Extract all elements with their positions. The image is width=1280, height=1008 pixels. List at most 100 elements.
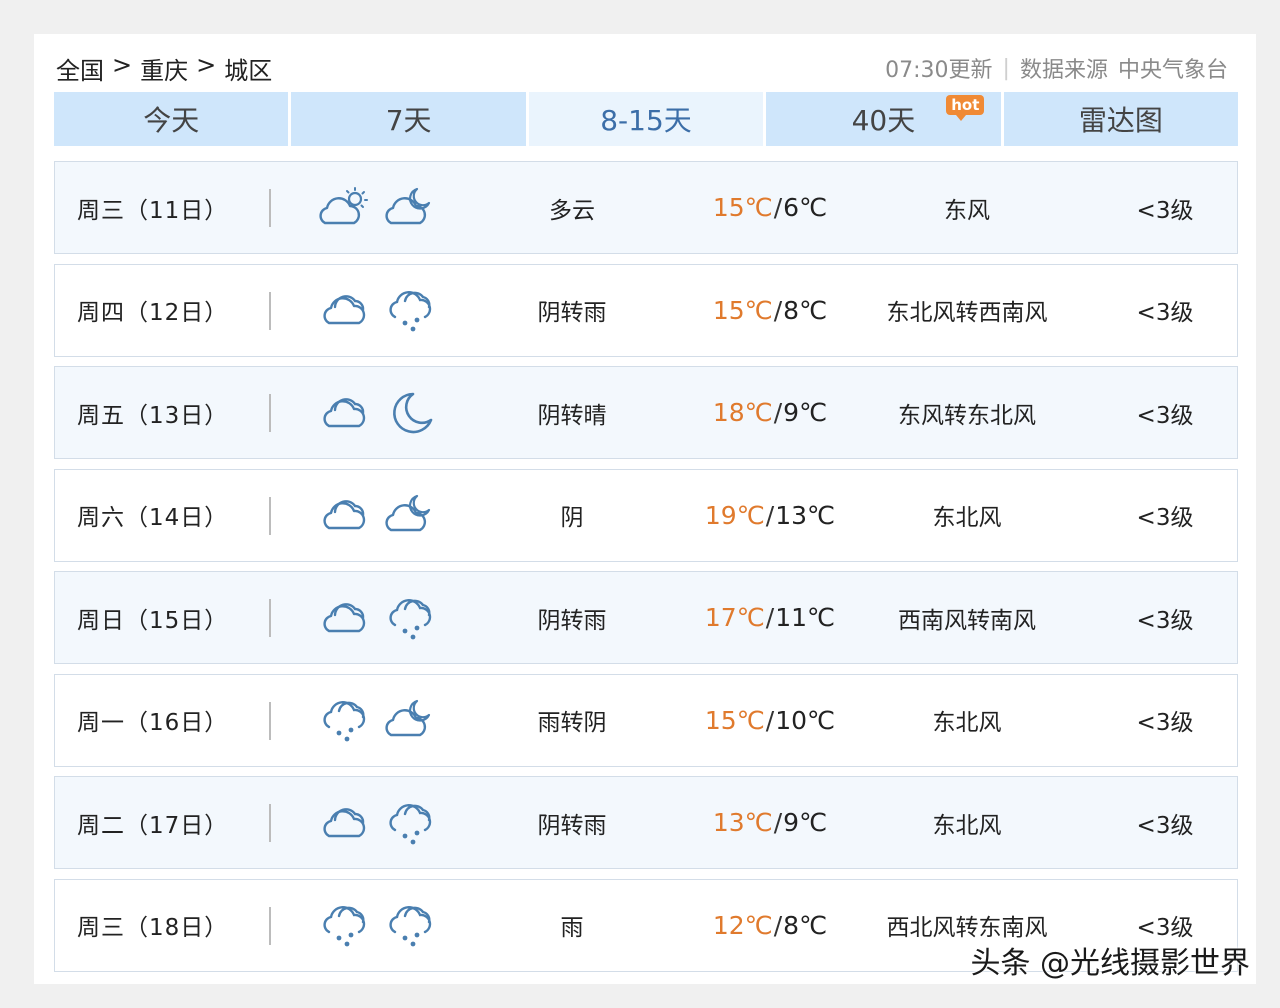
low-temp: 8℃ [783, 910, 828, 940]
low-temp: 6℃ [783, 193, 828, 222]
wind-level: <3级 [1136, 402, 1194, 429]
wind-direction: 东风 [944, 197, 990, 224]
day-label: 周三（11日） [77, 197, 229, 224]
temp-separator: / [773, 193, 783, 222]
cloud-icon [323, 295, 366, 325]
day-label: 周日（15日） [77, 607, 229, 634]
meta-divider: | [1002, 55, 1010, 81]
cloud-icon [323, 807, 366, 837]
cloud-icon [323, 397, 366, 427]
cloud-rain-icon [323, 906, 366, 947]
weather-icons [317, 367, 437, 458]
low-temp: 9℃ [783, 398, 828, 427]
day-label: 周一（16日） [77, 710, 229, 736]
forecast-row: 周一（16日） 雨转阴 15℃/10℃ 东北风 <3级 [54, 673, 1238, 767]
cloud-rain-icon [389, 291, 432, 332]
tab-label: 40天 [851, 104, 916, 137]
weather-icons [317, 572, 437, 663]
tab-label: 8-15天 [600, 104, 692, 137]
cloud-moon-icon [385, 699, 431, 737]
row-divider [269, 599, 271, 637]
wind-direction: 东风转东北风 [898, 402, 1036, 429]
temp-separator: / [765, 705, 775, 735]
update-meta: 07:30更新 | 数据来源 中央气象台 [885, 52, 1228, 84]
breadcrumb-country[interactable]: 全国 [56, 51, 104, 86]
forecast-row: 周二（17日） 阴转雨 13℃/9℃ 东北风 <3级 [54, 776, 1238, 869]
cloud-rain-icon [323, 701, 366, 742]
weather-icons [317, 880, 437, 971]
temp-separator: / [773, 910, 783, 940]
day-label: 周二（17日） [77, 812, 229, 839]
cloud-moon-icon [385, 187, 431, 224]
temperature: 18℃/9℃ [685, 367, 855, 458]
temperature: 19℃/13℃ [685, 470, 855, 561]
wind-direction: 东北风 [932, 710, 1002, 736]
high-temp: 15℃ [712, 295, 773, 325]
cloud-icon [323, 602, 366, 632]
wind-direction: 东北风转西南风 [886, 300, 1048, 326]
low-temp: 8℃ [783, 295, 828, 325]
top-bar: 全国 > 重庆 > 城区 07:30更新 | 数据来源 中央气象台 [56, 48, 1228, 88]
tab-radar[interactable]: 雷达图 [1003, 92, 1239, 146]
hot-badge: hot [946, 95, 985, 121]
row-divider [269, 804, 271, 842]
row-divider [269, 189, 271, 227]
condition-text: 阴 [560, 505, 584, 531]
forecast-tabs: 今天 7天 8-15天 40天 hot 雷达图 [54, 92, 1239, 146]
row-divider [269, 496, 271, 535]
weather-icons [317, 265, 437, 356]
forecast-row: 周三（11日） 多云 15℃/6℃ 东风 <3级 [54, 161, 1238, 254]
weather-card: 全国 > 重庆 > 城区 07:30更新 | 数据来源 中央气象台 今天 7天 … [34, 34, 1256, 984]
condition-text: 阴转雨 [537, 812, 607, 839]
wind-level: <3级 [1136, 300, 1194, 326]
cloud-rain-icon [389, 803, 432, 844]
day-label: 周四（12日） [77, 300, 229, 326]
temperature: 17℃/11℃ [685, 572, 855, 663]
low-temp: 11℃ [775, 603, 836, 632]
weather-icons [317, 162, 437, 253]
temperature: 13℃/9℃ [685, 777, 855, 868]
temp-separator: / [773, 398, 783, 427]
high-temp: 19℃ [704, 500, 765, 530]
tab-today[interactable]: 今天 [54, 92, 289, 146]
forecast-list: 周三（11日） 多云 15℃/6℃ 东风 <3级 周四（12日） 阴转雨 15℃/8℃ 东北风转… [54, 161, 1238, 981]
low-temp: 10℃ [775, 705, 836, 735]
wind-direction: 西南风转南风 [898, 607, 1036, 634]
day-label: 周三（18日） [77, 915, 229, 941]
temp-separator: / [773, 808, 783, 837]
condition-text: 阴转雨 [537, 300, 607, 326]
breadcrumb-province[interactable]: 重庆 [140, 51, 188, 86]
breadcrumb-district[interactable]: 城区 [224, 51, 272, 86]
high-temp: 15℃ [704, 705, 765, 735]
condition-text: 阴转雨 [537, 607, 607, 634]
high-temp: 12℃ [712, 910, 773, 940]
tab-40-days[interactable]: 40天 hot [766, 92, 1001, 146]
temperature: 12℃/8℃ [685, 880, 855, 971]
temperature: 15℃/6℃ [685, 162, 855, 253]
source-label: 数据来源 [1019, 58, 1108, 83]
update-time: 07:30更新 [885, 58, 993, 83]
temperature: 15℃/8℃ [685, 265, 855, 356]
condition-text: 雨转阴 [537, 710, 607, 736]
tab-label: 今天 [143, 104, 200, 137]
tab-7-days[interactable]: 7天 [291, 92, 526, 146]
high-temp: 13℃ [712, 808, 773, 837]
weather-icons [317, 777, 437, 868]
day-label: 周五（13日） [77, 402, 229, 429]
high-temp: 17℃ [704, 603, 765, 632]
cloud-icon [323, 500, 366, 530]
wind-level: <3级 [1136, 812, 1194, 839]
cloud-moon-icon [385, 494, 431, 532]
cloud-rain-icon [389, 906, 432, 947]
forecast-row: 周六（14日） 阴 19℃/13℃ 东北风 <3级 [54, 468, 1238, 562]
wind-direction: 东北风 [932, 812, 1002, 839]
cloud-rain-icon [389, 598, 432, 639]
low-temp: 13℃ [775, 500, 836, 530]
row-divider [269, 394, 271, 432]
wind-level: <3级 [1136, 505, 1194, 531]
weather-icons [317, 470, 437, 561]
row-divider [269, 906, 271, 945]
tab-8-15-days[interactable]: 8-15天 [528, 92, 764, 146]
row-divider [269, 701, 271, 740]
wind-level: <3级 [1136, 710, 1194, 736]
